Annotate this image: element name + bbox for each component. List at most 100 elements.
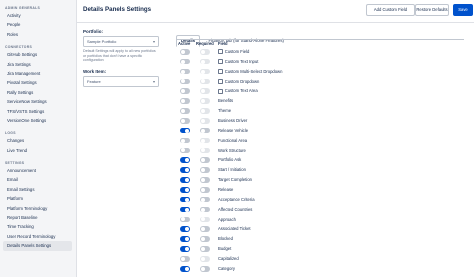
required-toggle[interactable] bbox=[200, 58, 210, 65]
active-toggle[interactable] bbox=[180, 236, 190, 242]
table-row: Associated Ticket bbox=[176, 224, 466, 234]
page-header: Details Panels Settings Add Custom Field… bbox=[77, 0, 474, 23]
table-row: Work Structure bbox=[176, 146, 466, 156]
required-toggle[interactable] bbox=[200, 196, 210, 203]
required-toggle[interactable] bbox=[200, 137, 210, 144]
sidebar-item[interactable]: Rally Settings bbox=[0, 88, 76, 97]
active-toggle[interactable] bbox=[180, 167, 190, 173]
active-toggle[interactable] bbox=[180, 88, 190, 95]
active-toggle[interactable] bbox=[180, 49, 190, 55]
active-toggle[interactable] bbox=[180, 127, 190, 134]
required-toggle[interactable] bbox=[200, 246, 210, 252]
restore-defaults-button[interactable]: Restore Defaults bbox=[415, 4, 449, 16]
required-toggle[interactable] bbox=[200, 177, 210, 183]
active-toggle[interactable] bbox=[180, 177, 190, 183]
field-name: Theme bbox=[218, 106, 231, 116]
sidebar-item-label: ServiceNow Settings bbox=[7, 99, 47, 105]
active-toggle[interactable] bbox=[180, 118, 190, 124]
field-name: Custom Text Area bbox=[218, 86, 258, 96]
required-toggle[interactable] bbox=[200, 206, 210, 213]
required-toggle[interactable] bbox=[200, 108, 210, 114]
required-toggle[interactable] bbox=[200, 167, 210, 173]
sidebar-item[interactable]: Activity bbox=[0, 11, 76, 20]
active-toggle[interactable] bbox=[180, 256, 190, 262]
required-toggle[interactable] bbox=[200, 49, 210, 55]
active-toggle[interactable] bbox=[180, 58, 190, 65]
sidebar-item[interactable]: Pivotal Settings bbox=[0, 78, 76, 87]
table-row: Capitalized bbox=[176, 254, 466, 264]
custom-field-icon bbox=[218, 69, 224, 75]
sidebar-item[interactable]: Changes bbox=[0, 136, 76, 145]
column-header-field: Field bbox=[218, 41, 228, 46]
custom-field-icon bbox=[218, 88, 224, 94]
sidebar-item[interactable]: Email bbox=[0, 175, 76, 184]
sidebar-item[interactable]: Platform Terminology bbox=[0, 204, 76, 213]
field-name: Blocked bbox=[218, 234, 233, 244]
active-toggle[interactable] bbox=[180, 196, 190, 203]
required-toggle[interactable] bbox=[200, 265, 210, 272]
sidebar-item-label: Jira Settings bbox=[7, 61, 31, 67]
work-item-select[interactable]: Feature ▾ bbox=[83, 75, 159, 87]
active-toggle[interactable] bbox=[180, 265, 190, 272]
active-toggle[interactable] bbox=[180, 206, 190, 213]
sidebar-item[interactable]: VersionOne Settings bbox=[0, 116, 76, 125]
required-toggle[interactable] bbox=[200, 157, 210, 164]
sidebar-item[interactable]: GitHub Settings bbox=[0, 50, 76, 59]
required-toggle[interactable] bbox=[200, 226, 210, 233]
field-name: Custom Multi-Select Dropdown bbox=[218, 67, 282, 77]
active-toggle[interactable] bbox=[180, 187, 190, 193]
active-toggle[interactable] bbox=[180, 68, 190, 75]
required-toggle[interactable] bbox=[200, 68, 210, 75]
required-toggle[interactable] bbox=[200, 256, 210, 262]
active-toggle[interactable] bbox=[180, 147, 190, 154]
required-toggle[interactable] bbox=[200, 127, 210, 134]
column-header-active: Active bbox=[178, 41, 191, 46]
portfolio-select[interactable]: Sample Portfolio ▾ bbox=[83, 36, 159, 47]
required-toggle[interactable] bbox=[200, 78, 210, 85]
required-toggle[interactable] bbox=[200, 216, 210, 223]
active-toggle[interactable] bbox=[180, 226, 190, 233]
sidebar-item[interactable]: User Record Terminology bbox=[0, 232, 76, 241]
sidebar-item[interactable]: TFS/VSTS Settings bbox=[0, 107, 76, 116]
table-row: Target Completion bbox=[176, 175, 466, 185]
sidebar-item[interactable]: Report Baseline bbox=[0, 213, 76, 222]
sidebar-item[interactable]: Email Settings bbox=[0, 185, 76, 194]
active-toggle[interactable] bbox=[180, 137, 190, 144]
custom-field-icon bbox=[218, 78, 224, 85]
table-row: Custom Text Area bbox=[176, 86, 466, 96]
active-toggle[interactable] bbox=[180, 108, 190, 114]
active-toggle[interactable] bbox=[180, 98, 190, 104]
required-toggle[interactable] bbox=[200, 187, 210, 193]
active-toggle[interactable] bbox=[180, 216, 190, 223]
required-toggle[interactable] bbox=[200, 236, 210, 242]
field-label: Approach bbox=[218, 216, 236, 222]
sidebar-item[interactable]: Time Tracking bbox=[0, 222, 76, 231]
required-toggle[interactable] bbox=[200, 118, 210, 124]
sidebar-item-label: Changes bbox=[7, 138, 25, 144]
sidebar-item-label: Details Panels Settings bbox=[7, 243, 52, 249]
required-toggle[interactable] bbox=[200, 88, 210, 95]
active-toggle[interactable] bbox=[180, 246, 190, 252]
sidebar-item[interactable]: People bbox=[0, 20, 76, 29]
save-button[interactable]: Save bbox=[453, 4, 473, 16]
required-toggle[interactable] bbox=[200, 147, 210, 154]
sidebar-item-label: Email bbox=[7, 177, 18, 183]
sidebar-item[interactable]: Platform bbox=[0, 194, 76, 203]
field-label: Custom Text Area bbox=[224, 88, 258, 94]
sidebar-item[interactable]: Live Trend bbox=[0, 146, 76, 155]
field-name: Acceptance Criteria bbox=[218, 195, 255, 205]
active-toggle[interactable] bbox=[180, 78, 190, 85]
sidebar-item[interactable]: Announcement bbox=[0, 166, 76, 175]
sidebar-item[interactable]: ServiceNow Settings bbox=[0, 97, 76, 106]
table-row: Affected Countries bbox=[176, 205, 466, 215]
required-toggle[interactable] bbox=[200, 98, 210, 104]
sidebar-item[interactable]: Details Panels Settings bbox=[3, 241, 72, 251]
active-toggle[interactable] bbox=[180, 157, 190, 164]
add-custom-field-button[interactable]: Add Custom Field bbox=[366, 4, 415, 16]
sidebar-item[interactable]: Roles bbox=[0, 30, 76, 39]
table-row: Theme bbox=[176, 106, 466, 116]
sidebar-item[interactable]: Jira Management bbox=[0, 69, 76, 78]
table-row: Acceptance Criteria bbox=[176, 195, 466, 205]
sidebar-item[interactable]: Jira Settings bbox=[0, 60, 76, 69]
field-name: Target Completion bbox=[218, 175, 252, 185]
